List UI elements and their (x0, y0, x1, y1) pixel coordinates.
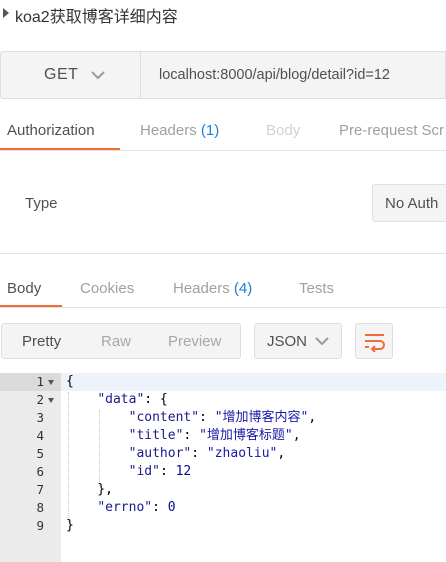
response-tab-cookies[interactable]: Cookies (80, 280, 134, 297)
line-number: 3 (36, 410, 44, 425)
response-tab-headers-count: (4) (233, 280, 253, 297)
request-title-bar[interactable]: koa2获取博客详细内容 (0, 0, 446, 30)
tab-pre-request-label: Pre-request Scr (339, 122, 445, 139)
code-line: "errno": 0 (97, 500, 176, 515)
view-mode-pretty[interactable]: Pretty (22, 333, 61, 350)
code-line: } (66, 518, 74, 533)
tab-authorization[interactable]: Authorization (7, 122, 95, 139)
line-number: 2 (36, 392, 44, 407)
caret-right-icon[interactable] (3, 8, 9, 18)
fold-arrow-icon[interactable] (48, 380, 54, 385)
response-tab-cookies-label: Cookies (80, 280, 135, 297)
auth-type-value: No Auth (385, 195, 439, 212)
line-number: 9 (36, 518, 44, 533)
response-tab-tests[interactable]: Tests (299, 280, 334, 297)
line-number: 4 (36, 428, 44, 443)
response-tab-body-label: Body (7, 280, 42, 297)
response-tab-headers[interactable]: Headers (4) (173, 280, 252, 297)
response-tab-body[interactable]: Body (7, 280, 41, 297)
tab-body-label: Body (266, 122, 301, 139)
request-title: koa2获取博客详细内容 (15, 9, 178, 26)
code-line: "author": "zhaoliu", (128, 446, 286, 461)
line-number: 6 (36, 464, 44, 479)
tab-authorization-label: Authorization (7, 122, 95, 139)
tab-headers[interactable]: Headers (1) (140, 122, 219, 139)
fold-arrow-icon[interactable] (48, 398, 54, 403)
auth-type-select[interactable]: No Auth (372, 184, 446, 222)
code-line: { (66, 374, 74, 389)
wrap-lines-icon (365, 334, 385, 352)
wrap-lines-button[interactable] (355, 323, 393, 359)
response-tab-tests-label: Tests (299, 280, 335, 297)
view-mode-preview[interactable]: Preview (168, 333, 221, 350)
code-line: "id": 12 (128, 464, 192, 479)
response-tab-headers-label: Headers (173, 280, 230, 297)
chevron-down-icon (315, 337, 329, 346)
response-tabs-divider (0, 307, 446, 308)
response-body-editor[interactable]: 1 {2 "data": { 3 "content": "增加博客内容", 4 "ti… (0, 373, 446, 562)
format-select[interactable]: JSON (254, 323, 342, 359)
line-number: 5 (36, 446, 44, 461)
auth-type-label: Type (25, 195, 58, 212)
tab-headers-label: Headers (140, 122, 197, 139)
tab-pre-request-script[interactable]: Pre-request Scr (339, 122, 444, 139)
line-number: 8 (36, 500, 44, 515)
request-url-bar: GET localhost:8000/api/blog/detail?id=12 (0, 51, 446, 101)
url-text: localhost:8000/api/blog/detail?id=12 (159, 67, 390, 83)
method-select[interactable]: GET (0, 51, 141, 99)
tabs-divider (0, 150, 446, 151)
code-line: }, (66, 482, 113, 497)
code-line: "title": "增加博客标题", (128, 428, 301, 443)
format-value: JSON (267, 333, 308, 350)
view-mode-group: Pretty Raw Preview (1, 323, 241, 359)
code-line: "content": "增加博客内容", (128, 410, 317, 425)
method-label: GET (44, 66, 79, 83)
line-number: 7 (36, 482, 44, 497)
section-divider (0, 253, 446, 254)
active-line-highlight (61, 373, 446, 391)
chevron-down-icon (91, 71, 105, 80)
tab-headers-count: (1) (200, 122, 220, 139)
line-number: 1 (36, 374, 44, 389)
view-mode-raw[interactable]: Raw (101, 333, 131, 350)
url-input[interactable]: localhost:8000/api/blog/detail?id=12 (141, 51, 446, 99)
code-line: "data": { (97, 392, 168, 407)
tab-body[interactable]: Body (266, 122, 300, 139)
